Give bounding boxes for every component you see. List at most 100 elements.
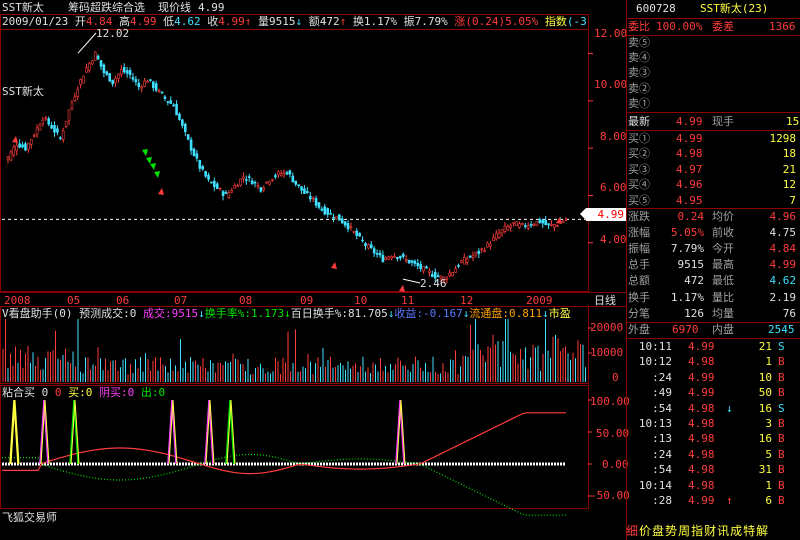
candle-body xyxy=(265,181,268,184)
tick-row[interactable]: 10:14 4.98 1 B xyxy=(626,478,800,493)
bottom-tab[interactable]: 周 xyxy=(678,524,690,538)
weicha-value: 1366 xyxy=(769,20,796,33)
candle-body xyxy=(230,190,234,193)
candle-body xyxy=(154,83,158,91)
candle-body xyxy=(169,100,173,104)
bottom-tab[interactable]: 财 xyxy=(704,524,716,538)
tick-time: 10:13 xyxy=(638,417,672,430)
current-price-tag: 4.99 xyxy=(580,208,626,221)
bid-label: 买③ xyxy=(628,162,650,176)
candle-body xyxy=(15,145,19,152)
indicator-value: 0 xyxy=(54,386,62,399)
candle-body xyxy=(335,216,338,220)
tick-row[interactable]: 10:12 4.98 1 B xyxy=(626,354,800,369)
tick-row[interactable]: :24 4.99 10 B xyxy=(626,370,800,385)
candle-body xyxy=(172,104,175,107)
candle-body xyxy=(346,223,350,230)
sell5-label: 卖⑤ xyxy=(628,36,650,49)
period-label[interactable]: 日线 xyxy=(594,294,616,307)
candle-body xyxy=(213,180,216,188)
tick-row[interactable]: :28 4.99 ↑ 6 B xyxy=(626,493,800,508)
candle-body xyxy=(462,256,466,265)
tick-vol: 16 xyxy=(758,401,772,415)
candle-body xyxy=(160,91,164,94)
tick-row[interactable]: :13 4.98 16 B xyxy=(626,431,800,446)
candle-body xyxy=(152,81,155,89)
candle-body xyxy=(553,224,556,228)
tick-row[interactable]: :54 4.98 ↓ 16 S xyxy=(626,401,800,416)
candle-body xyxy=(47,118,50,125)
tick-time: :49 xyxy=(652,386,672,400)
volume-panel-title[interactable]: V看盘助手(0) xyxy=(2,307,73,320)
bottom-tab[interactable]: 细 xyxy=(626,524,638,538)
candle-body xyxy=(29,139,33,145)
candle-body xyxy=(114,78,117,84)
stat-label: 总手 xyxy=(628,258,650,272)
volume-axis-label: 20000 xyxy=(590,321,624,334)
tick-time: :54 xyxy=(652,463,672,477)
tick-time: :28 xyxy=(652,494,672,507)
tick-row[interactable]: :49 4.99 50 B xyxy=(626,385,800,400)
indicator-lines xyxy=(2,399,592,516)
bid-row[interactable]: 买⑤ 4.95 7 xyxy=(626,193,800,208)
candle-body xyxy=(166,101,170,103)
candle-body xyxy=(259,187,263,192)
candle-body xyxy=(524,225,527,227)
bottom-tab[interactable]: 成 xyxy=(730,524,742,538)
indicator-axis-label: 100.00 xyxy=(590,395,630,408)
indicator-panel-border xyxy=(0,385,589,509)
candle-body xyxy=(297,184,300,187)
stat-row: 涨幅 5.05% 前收 4.75 xyxy=(626,225,800,240)
bottom-tab[interactable]: 特 xyxy=(743,524,755,538)
tick-row[interactable]: 10:11 4.99 21 S xyxy=(626,339,800,354)
bid-row[interactable]: 买④ 4.96 12 xyxy=(626,177,800,192)
candle-body xyxy=(454,268,457,273)
candle-body xyxy=(64,120,68,127)
stat-row: 换手 1.17% 量比 2.19 xyxy=(626,290,800,305)
candle-body xyxy=(218,188,222,190)
indicator-title[interactable]: 粘合买 xyxy=(2,386,35,399)
candle-body xyxy=(61,130,65,140)
candle-body xyxy=(477,250,481,254)
indicator-axis-label: -50.00 xyxy=(590,489,630,502)
tick-row[interactable]: 10:13 4.98 3 B xyxy=(626,416,800,431)
bottom-tab[interactable]: 盘 xyxy=(652,524,664,538)
bid-row[interactable]: 买③ 4.97 21 xyxy=(626,162,800,177)
candle-body xyxy=(465,258,469,263)
bid-row[interactable]: 买② 4.98 18 xyxy=(626,146,800,161)
bid-price: 4.98 xyxy=(676,147,703,161)
pe-label: 市盈 xyxy=(548,307,571,320)
tick-price: 4.99 xyxy=(688,386,715,400)
bottom-tab[interactable]: 价 xyxy=(639,524,651,538)
candle-body xyxy=(137,82,141,88)
candle-body xyxy=(32,135,36,137)
bid-row[interactable]: 买① 4.99 1298 xyxy=(626,131,800,146)
candle-body xyxy=(308,195,312,200)
down-arrow-icon: ↓ xyxy=(284,307,291,320)
candle-body xyxy=(73,96,77,102)
candle-body xyxy=(117,73,120,79)
chart-area[interactable] xyxy=(0,0,626,540)
tick-row[interactable]: :54 4.98 31 B xyxy=(626,462,800,477)
stat-value: 472 xyxy=(684,274,704,288)
candle-body xyxy=(67,109,71,121)
candle-body xyxy=(311,197,315,200)
candle-body xyxy=(340,218,344,224)
candle-body xyxy=(422,266,425,272)
bottom-tab[interactable]: 讯 xyxy=(717,524,729,538)
stat-row: 涨跌 0.24 均价 4.96 xyxy=(626,209,800,224)
candle-body xyxy=(306,191,309,194)
stat-label: 均量 xyxy=(712,306,734,320)
bottom-tab[interactable]: 势 xyxy=(665,524,677,538)
candle-body xyxy=(178,113,181,120)
tick-row[interactable]: :24 4.98 5 B xyxy=(626,447,800,462)
tick-price: 4.99 xyxy=(688,494,715,507)
candle-body xyxy=(105,71,109,75)
candle-body xyxy=(448,272,452,277)
tick-time: 10:11 xyxy=(638,340,672,353)
bottom-tab[interactable]: 解 xyxy=(756,524,768,538)
candle-body xyxy=(317,202,321,208)
candle-body xyxy=(372,248,376,254)
bottom-tab[interactable]: 指 xyxy=(691,524,703,538)
bid-price: 4.96 xyxy=(676,178,703,192)
